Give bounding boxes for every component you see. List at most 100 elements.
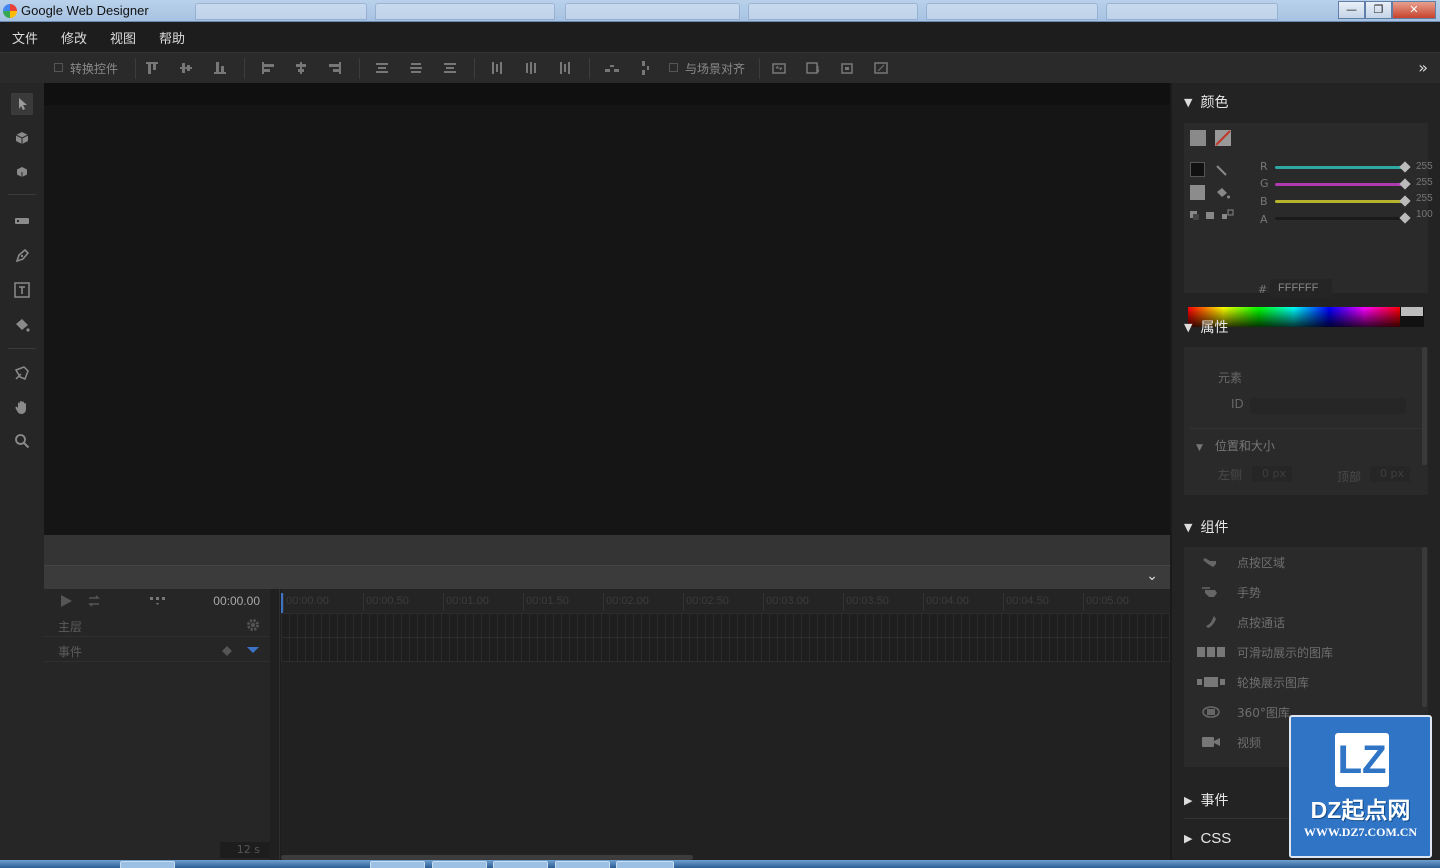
paint-bucket-tool[interactable] bbox=[11, 314, 33, 336]
color-panel-header[interactable]: ▼ 颜色 bbox=[1184, 92, 1228, 112]
menu-view[interactable]: 视图 bbox=[110, 28, 136, 47]
menu-help[interactable]: 帮助 bbox=[159, 28, 185, 47]
taskbar-item[interactable] bbox=[616, 861, 674, 868]
solid-fill-swatch[interactable] bbox=[1190, 130, 1206, 146]
red-channel-handle[interactable] bbox=[1399, 161, 1411, 173]
events-panel-header[interactable]: ▶ 事件 bbox=[1184, 790, 1228, 810]
swap-reset-colors-icon[interactable] bbox=[1190, 209, 1234, 221]
green-channel-slider[interactable] bbox=[1275, 183, 1405, 186]
green-channel-handle[interactable] bbox=[1399, 178, 1411, 190]
no-fill-swatch[interactable] bbox=[1215, 130, 1231, 146]
distribute-bottom-icon[interactable] bbox=[442, 60, 458, 76]
maximize-button[interactable]: ❐ bbox=[1365, 1, 1392, 19]
timeline-ruler[interactable]: 00:00.00 00:00.50 00:01.00 00:01.50 00:02.00… bbox=[281, 589, 1170, 613]
timeline-track-area: 00:00.00 00:00.50 00:01.00 00:01.50 00:02.00… bbox=[281, 589, 1170, 868]
match-width-icon[interactable] bbox=[771, 60, 787, 76]
timeline-keyframe-grid[interactable] bbox=[281, 613, 1170, 662]
match-size-icon[interactable] bbox=[839, 60, 855, 76]
menu-file[interactable]: 文件 bbox=[12, 28, 38, 47]
ruler-tick-label: 00:05.00 bbox=[1086, 595, 1129, 607]
top-position-input[interactable]: 0 px bbox=[1370, 466, 1410, 482]
distribute-top-icon[interactable] bbox=[374, 60, 390, 76]
transform-controls-checkbox[interactable] bbox=[54, 63, 63, 72]
blue-channel-slider[interactable] bbox=[1275, 200, 1405, 203]
align-bottom-icon[interactable] bbox=[212, 60, 228, 76]
component-swipeable-gallery[interactable]: 可滑动展示的图库 bbox=[1196, 641, 1396, 663]
stage-canvas[interactable] bbox=[44, 105, 1170, 535]
match-both-icon[interactable] bbox=[873, 60, 889, 76]
distribute-vertical-center-icon[interactable] bbox=[408, 60, 424, 76]
taskbar-item[interactable] bbox=[555, 861, 610, 868]
layer-row-events[interactable]: 事件 bbox=[44, 638, 270, 662]
red-channel-value[interactable]: 255 bbox=[1416, 161, 1433, 172]
align-left-icon[interactable] bbox=[260, 60, 276, 76]
taskbar-item[interactable] bbox=[493, 861, 548, 868]
taskbar-item[interactable] bbox=[432, 861, 487, 868]
zoom-tool[interactable] bbox=[11, 430, 33, 452]
alpha-channel-slider[interactable] bbox=[1275, 217, 1405, 220]
event-marker-icon[interactable] bbox=[246, 645, 260, 655]
hand-tool[interactable] bbox=[11, 396, 33, 418]
minimize-button[interactable]: — bbox=[1338, 1, 1365, 19]
add-event-diamond-icon[interactable] bbox=[221, 645, 233, 657]
taskbar-item[interactable] bbox=[120, 861, 175, 868]
loop-icon[interactable] bbox=[86, 594, 102, 608]
align-to-stage-checkbox[interactable] bbox=[669, 63, 678, 72]
properties-panel-header[interactable]: ▼ 属性 bbox=[1184, 317, 1228, 337]
fill-bucket-icon[interactable] bbox=[1215, 185, 1231, 201]
layer-settings-gear-icon[interactable] bbox=[246, 618, 260, 632]
blue-channel-value[interactable]: 255 bbox=[1416, 193, 1433, 204]
keyframe-options-icon[interactable] bbox=[148, 594, 168, 608]
properties-scrollbar[interactable] bbox=[1422, 347, 1427, 465]
fill-color-swatch[interactable] bbox=[1190, 185, 1205, 200]
3d-translate-tool[interactable] bbox=[11, 161, 33, 183]
alpha-channel-value[interactable]: 100 bbox=[1416, 209, 1433, 220]
tag-tool[interactable] bbox=[11, 210, 33, 232]
text-tool[interactable] bbox=[11, 279, 33, 301]
blue-channel-handle[interactable] bbox=[1399, 195, 1411, 207]
stroke-pen-icon[interactable] bbox=[1215, 163, 1229, 177]
align-top-icon[interactable] bbox=[144, 60, 160, 76]
timeline-collapse-button[interactable]: ⌄ bbox=[1146, 568, 1158, 584]
distribute-horizontal-center-icon[interactable] bbox=[523, 60, 539, 76]
position-size-header[interactable]: ▼ 位置和大小 bbox=[1196, 437, 1275, 454]
menu-modify[interactable]: 修改 bbox=[61, 28, 87, 47]
timeline-splitter[interactable] bbox=[270, 589, 280, 868]
component-gesture[interactable]: 手势 bbox=[1196, 581, 1396, 603]
timeline-zoom-label[interactable]: 12 s bbox=[220, 842, 270, 858]
green-channel-value[interactable]: 255 bbox=[1416, 177, 1433, 188]
components-panel-header[interactable]: ▼ 组件 bbox=[1184, 517, 1228, 537]
layer-row-main[interactable]: 主层 bbox=[44, 613, 270, 637]
stage-footer bbox=[44, 535, 1170, 565]
stroke-color-swatch[interactable] bbox=[1190, 162, 1205, 177]
taskbar-item[interactable] bbox=[370, 861, 425, 868]
align-horizontal-center-icon[interactable] bbox=[293, 60, 309, 76]
3d-eyedropper-tool[interactable] bbox=[11, 362, 33, 384]
css-panel-header[interactable]: ▶ CSS bbox=[1184, 830, 1231, 847]
id-input[interactable] bbox=[1250, 398, 1406, 414]
play-icon[interactable] bbox=[58, 593, 74, 609]
component-carousel-gallery[interactable]: 轮换展示图库 bbox=[1196, 671, 1396, 693]
white-swatch[interactable] bbox=[1401, 307, 1423, 316]
component-tap-area[interactable]: 点按区域 bbox=[1196, 551, 1396, 573]
left-position-input[interactable]: 0 px bbox=[1252, 466, 1292, 482]
close-button[interactable]: ✕ bbox=[1392, 1, 1436, 19]
distribute-right-icon[interactable] bbox=[557, 60, 573, 76]
swipeable-gallery-icon bbox=[1196, 644, 1226, 660]
space-horizontal-icon[interactable] bbox=[604, 60, 620, 76]
toolbar-expand-button[interactable]: » bbox=[1418, 58, 1428, 77]
align-right-icon[interactable] bbox=[327, 60, 343, 76]
space-vertical-icon[interactable] bbox=[638, 60, 654, 76]
select-tool[interactable] bbox=[11, 93, 33, 115]
layer-label-main: 主层 bbox=[58, 620, 83, 634]
component-tap-to-call[interactable]: 点按通话 bbox=[1196, 611, 1396, 633]
match-height-icon[interactable] bbox=[805, 60, 821, 76]
red-channel-slider[interactable] bbox=[1275, 166, 1405, 169]
hex-color-input[interactable]: FFFFFF bbox=[1270, 279, 1332, 298]
distribute-left-icon[interactable] bbox=[489, 60, 505, 76]
3d-rotate-tool[interactable] bbox=[11, 127, 33, 149]
align-vertical-center-icon[interactable] bbox=[178, 60, 194, 76]
pen-tool[interactable] bbox=[11, 245, 33, 267]
components-scrollbar[interactable] bbox=[1422, 547, 1427, 707]
alpha-channel-handle[interactable] bbox=[1399, 212, 1411, 224]
